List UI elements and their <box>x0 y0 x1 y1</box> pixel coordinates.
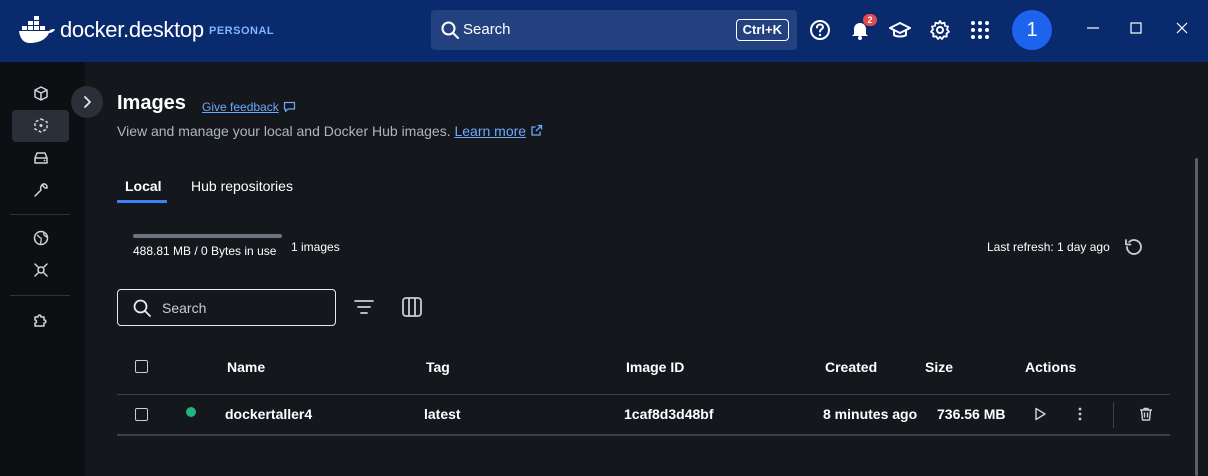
user-avatar[interactable]: 1 <box>1012 10 1052 50</box>
page-description: View and manage your local and Docker Hu… <box>117 123 451 139</box>
docker-logo: docker.desktop <box>18 16 204 44</box>
sidebar <box>0 62 85 476</box>
column-header-tag[interactable]: Tag <box>426 359 450 375</box>
give-feedback-label: Give feedback <box>202 100 279 114</box>
feedback-chat-icon <box>283 101 295 113</box>
search-icon <box>132 298 152 323</box>
page-title: Images <box>117 92 186 114</box>
global-search-button[interactable]: Search Ctrl+K <box>431 10 797 50</box>
learning-center-icon[interactable] <box>889 19 911 41</box>
more-options-icon[interactable] <box>1072 406 1088 427</box>
filter-icon[interactable] <box>353 296 375 323</box>
column-header-image-id[interactable]: Image ID <box>626 359 684 375</box>
tab-local[interactable]: Local <box>125 178 162 194</box>
container-cube-icon <box>33 86 48 101</box>
scrollbar[interactable] <box>1195 158 1198 476</box>
wrench-icon <box>33 183 48 197</box>
image-search-input[interactable] <box>162 298 322 318</box>
external-link-icon[interactable] <box>530 124 543 137</box>
in-use-status-dot <box>186 407 196 417</box>
image-search-field[interactable] <box>117 289 336 326</box>
sidebar-item-hub[interactable] <box>12 222 69 254</box>
sidebar-expand-button[interactable] <box>71 86 103 118</box>
image-name[interactable]: dockertaller4 <box>225 406 312 422</box>
sidebar-item-volumes[interactable] <box>12 142 69 174</box>
search-icon <box>440 20 460 45</box>
maximize-icon[interactable] <box>1128 20 1144 36</box>
tab-hub-repositories[interactable]: Hub repositories <box>191 178 293 194</box>
close-icon[interactable] <box>1174 20 1190 36</box>
title-bar: docker.desktop PERSONAL Search Ctrl+K 2 … <box>0 0 1208 62</box>
table-row-divider <box>117 434 1170 436</box>
image-count: 1 images <box>291 240 340 254</box>
image-tag: latest <box>424 406 461 422</box>
image-layers-icon <box>33 118 48 133</box>
scout-icon <box>33 263 48 277</box>
notification-badge: 2 <box>863 14 877 26</box>
image-created: 8 minutes ago <box>823 406 918 422</box>
give-feedback-link[interactable]: Give feedback <box>202 100 296 114</box>
puzzle-piece-icon <box>33 314 47 327</box>
app-name: docker.desktop <box>60 17 204 42</box>
image-id: 1caf8d3d48bf <box>624 406 714 422</box>
actions-divider <box>1113 402 1114 428</box>
globe-icon <box>33 230 48 246</box>
column-header-created[interactable]: Created <box>825 359 877 375</box>
search-shortcut: Ctrl+K <box>735 19 789 41</box>
sidebar-item-containers[interactable] <box>12 78 69 110</box>
learn-more-link[interactable]: Learn more <box>454 123 526 139</box>
extensions-grid-icon[interactable] <box>969 19 991 41</box>
sidebar-item-scout[interactable] <box>12 254 69 286</box>
image-size: 736.56 MB <box>937 406 1006 422</box>
delete-trash-icon[interactable] <box>1138 406 1154 427</box>
docker-whale-icon <box>19 16 55 43</box>
sidebar-item-builds[interactable] <box>12 174 69 206</box>
page-subtitle: View and manage your local and Docker Hu… <box>117 123 543 139</box>
column-header-size[interactable]: Size <box>925 359 953 375</box>
column-header-name[interactable]: Name <box>227 359 265 375</box>
table-header-divider <box>117 394 1170 395</box>
active-tab-indicator <box>117 200 167 203</box>
sidebar-item-extensions[interactable] <box>12 304 69 336</box>
global-search-label: Search <box>463 21 511 38</box>
sidebar-divider <box>10 214 70 215</box>
help-icon[interactable] <box>809 19 831 41</box>
disk-usage-bar <box>133 234 282 238</box>
row-select-checkbox[interactable] <box>135 408 148 421</box>
volume-drive-icon <box>33 152 48 164</box>
disk-usage-text: 488.81 MB / 0 Bytes in use <box>133 244 277 258</box>
column-header-actions: Actions <box>1025 359 1077 375</box>
chevron-right-icon <box>84 96 91 108</box>
sidebar-item-images[interactable] <box>12 110 69 142</box>
refresh-icon[interactable] <box>1123 236 1145 263</box>
select-all-checkbox[interactable] <box>135 360 148 373</box>
minimize-icon[interactable] <box>1085 20 1101 36</box>
settings-gear-icon[interactable] <box>929 19 951 41</box>
sidebar-divider <box>10 295 70 296</box>
plan-label: PERSONAL <box>209 25 275 37</box>
last-refresh-text: Last refresh: 1 day ago <box>987 240 1110 254</box>
columns-icon[interactable] <box>401 296 423 323</box>
run-play-icon[interactable] <box>1032 406 1048 427</box>
